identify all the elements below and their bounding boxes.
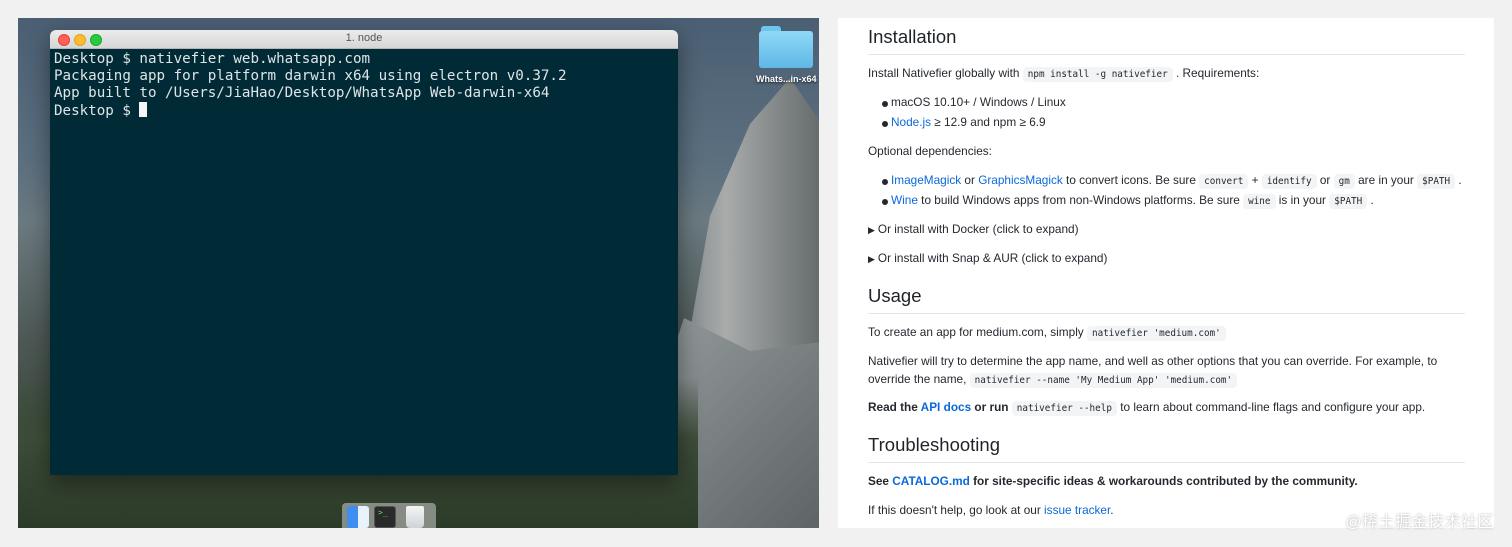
terminal-output[interactable]: Desktop $ nativefier web.whatsapp.com Pac… [50, 49, 678, 122]
optional-item: ImageMagick or GraphicsMagick to convert… [891, 173, 1462, 189]
optional-deps-label: Optional dependencies: [868, 144, 992, 158]
desktop-folder[interactable]: Whats...in-x64 [756, 26, 817, 106]
wine-link[interactable]: Wine [891, 193, 918, 207]
bullet-icon [882, 199, 888, 205]
watermark: @稀土掘金技术社区 [1345, 514, 1494, 531]
nodejs-link[interactable]: Node.js [891, 115, 931, 129]
terminal-line: Desktop $ nativefier web.whatsapp.com [54, 51, 371, 67]
folder-icon[interactable] [759, 26, 813, 68]
graphicsmagick-link[interactable]: GraphicsMagick [978, 173, 1063, 187]
bullet-icon [882, 121, 888, 127]
folder-label: Whats...in-x64 [756, 74, 817, 84]
heading-troubleshooting: Troubleshooting [868, 434, 1465, 463]
terminal-glyph: >_ [378, 508, 388, 517]
install-intro: Install Nativefier globally with npm ins… [868, 66, 1260, 82]
bullet-icon [882, 179, 888, 185]
finder-icon[interactable] [347, 506, 369, 528]
install-command: npm install -g nativefier [1022, 67, 1173, 82]
requirement-item: macOS 10.10+ / Windows / Linux [891, 95, 1066, 109]
dock: >_ [342, 503, 436, 528]
usage-line-2: Nativefier will try to determine the app… [868, 354, 1438, 388]
docker-expander[interactable]: ▶ Or install with Docker (click to expand… [868, 221, 1465, 240]
expand-triangle-icon: ▶ [868, 254, 875, 264]
troubleshooting-line-1: See CATALOG.md for site-specific ideas &… [868, 474, 1358, 488]
requirement-item: Node.js ≥ 12.9 and npm ≥ 6.9 [891, 115, 1046, 129]
terminal-title: 1. node [345, 32, 383, 44]
usage-line-3: Read the API docs or run nativefier --he… [868, 400, 1426, 416]
api-docs-link[interactable]: API docs [921, 400, 971, 414]
catalog-link[interactable]: CATALOG.md [892, 474, 970, 488]
bullet-icon [882, 101, 888, 107]
terminal-line: App built to /Users/JiaHao/Desktop/Whats… [54, 85, 550, 101]
terminal-icon[interactable]: >_ [374, 506, 396, 528]
trash-icon[interactable] [406, 506, 424, 528]
terminal-cursor [139, 102, 148, 117]
snap-expander[interactable]: ▶ Or install with Snap & AUR (click to ex… [868, 250, 1465, 269]
heading-installation: Installation [868, 26, 1465, 55]
optional-item: Wine to build Windows apps from non-Wind… [891, 193, 1374, 209]
heading-usage: Usage [868, 285, 1465, 314]
usage-line-1: To create an app for medium.com, simply … [868, 324, 1465, 343]
expand-triangle-icon: ▶ [868, 225, 875, 235]
terminal-titlebar[interactable]: 1. node [50, 30, 678, 49]
imagemagick-link[interactable]: ImageMagick [891, 173, 961, 187]
desktop-screenshot: 1. node Desktop $ nativefier web.whatsap… [18, 18, 819, 528]
terminal-line: Packaging app for platform darwin x64 us… [54, 68, 567, 84]
terminal-prompt: Desktop $ [54, 103, 140, 119]
terminal-window[interactable]: 1. node Desktop $ nativefier web.whatsap… [50, 30, 678, 475]
readme-document: Installation Install Nativefier globally… [838, 18, 1494, 528]
terminal-prompt-line: Desktop $ [54, 102, 674, 120]
issue-tracker-link[interactable]: issue tracker [1044, 503, 1110, 517]
